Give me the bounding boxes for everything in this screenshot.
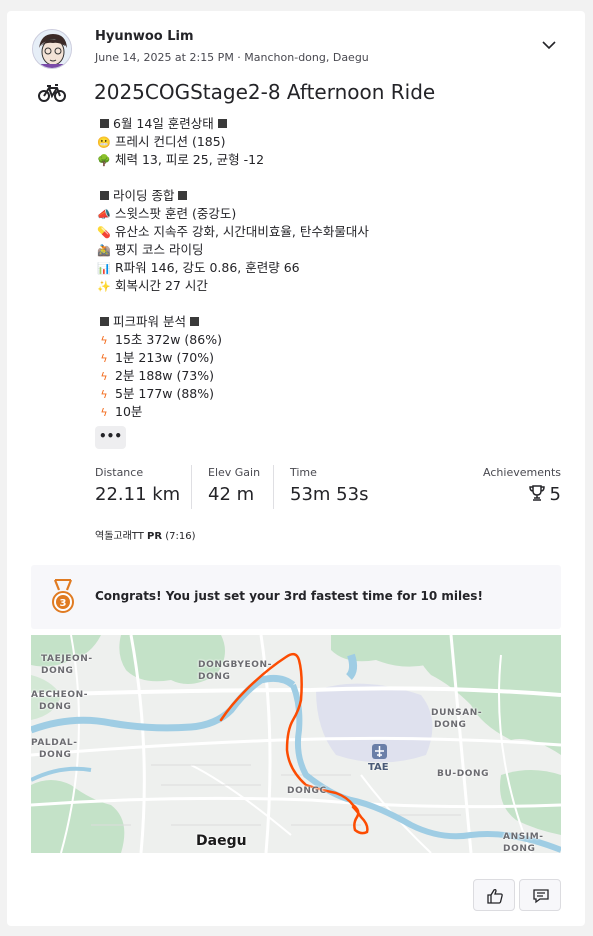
lightning-emoji-icon: ϟ (100, 370, 108, 383)
lightning-emoji-icon: ϟ (100, 334, 108, 347)
desc-text: 프레시 컨디션 (185) (115, 134, 226, 149)
stat-label: Achievements (483, 466, 561, 479)
athlete-name[interactable]: Hyunwoo Lim (95, 29, 194, 44)
square-icon (217, 119, 227, 128)
desc-text: 1분 213w (70%) (115, 350, 215, 365)
map-base (31, 635, 561, 853)
map-label-tae: TAE (368, 762, 389, 773)
segment-name: 역돌고래TT (95, 531, 144, 542)
square-icon (100, 317, 109, 326)
desc-line: 😬 프레시 컨디션 (185) (96, 133, 536, 151)
bike-icon (38, 84, 66, 102)
activity-meta: June 14, 2025 at 2:15 PM · Manchon-dong,… (95, 51, 369, 64)
desc-text: 10분 (115, 404, 143, 419)
stat-value: 5 (483, 484, 561, 505)
activity-card: Hyunwoo Lim June 14, 2025 at 2:15 PM · M… (7, 11, 585, 926)
congrats-banner: 3 Congrats! You just set your 3rd fastes… (31, 565, 561, 629)
map-city-label: Daegu (196, 833, 247, 849)
sparkles-emoji-icon: ✨ (97, 280, 111, 293)
stat-distance: Distance 22.11 km (95, 466, 180, 505)
chevron-down-icon[interactable] (541, 37, 557, 53)
lightning-emoji-icon: ϟ (100, 352, 108, 365)
desc-text: 평지 코스 라이딩 (115, 242, 204, 257)
square-icon (178, 191, 188, 200)
stat-achievements[interactable]: Achievements 5 (483, 466, 561, 505)
square-icon (189, 317, 199, 326)
desc-line: ϟ 2분 188w (73%) (96, 367, 536, 385)
desc-line: 📣 스윗스팟 훈련 (중강도) (96, 205, 536, 223)
square-icon (100, 191, 109, 200)
pr-time: (7:16) (165, 531, 196, 542)
stat-label: Time (290, 466, 317, 479)
desc-text: 체력 13, 피로 25, 균형 -12 (115, 152, 265, 167)
map-label: AECHEON- DONG (31, 690, 89, 712)
desc-line: ϟ 5분 177w (88%) (96, 385, 536, 403)
desc-line: 💊 유산소 지속주 강화, 시간대비효율, 탄수화물대사 (96, 223, 536, 241)
cyclist-emoji-icon: 🚵 (97, 244, 111, 257)
kudos-button[interactable] (473, 879, 515, 911)
stat-label: Distance (95, 466, 144, 479)
lightning-emoji-icon: ϟ (100, 406, 108, 419)
desc-text: 2분 188w (73%) (115, 368, 215, 383)
face-emoji-icon: 😬 (97, 136, 111, 149)
desc-text: 스윗스팟 훈련 (중강도) (115, 206, 237, 221)
desc-text: 유산소 지속주 강화, 시간대비효율, 탄수화물대사 (115, 224, 369, 239)
megaphone-emoji-icon: 📣 (97, 208, 111, 221)
activity-description: 6월 14일 훈련상태 😬 프레시 컨디션 (185) 🌳 체력 13, 피로 25… (96, 115, 536, 421)
comment-button[interactable] (519, 879, 561, 911)
trophy-icon (528, 485, 545, 501)
desc-text: 회복시간 27 시간 (115, 278, 208, 293)
stat-value: 42 m (208, 484, 255, 505)
route-map[interactable]: TAEJEON- DONG AECHEON- DONG PALDAL- DONG DO… (31, 635, 561, 853)
desc-text: R파워 146, 강도 0.86, 훈련량 66 (115, 260, 300, 275)
desc-text: 15초 372w (86%) (115, 332, 222, 347)
section-header: 피크파워 분석 (113, 314, 186, 329)
desc-line: ϟ 10분 (96, 403, 536, 421)
activity-title[interactable]: 2025COGStage2-8 Afternoon Ride (94, 80, 435, 104)
desc-line: ϟ 1분 213w (70%) (96, 349, 536, 367)
map-label: ANSIM- DONG (503, 832, 544, 853)
tree-emoji-icon: 🌳 (97, 154, 111, 167)
stat-elevation: Elev Gain 42 m (208, 466, 260, 505)
stat-value: 53m 53s (290, 484, 369, 505)
desc-line: ϟ 15초 372w (86%) (96, 331, 536, 349)
comment-icon (533, 889, 549, 904)
congrats-text: Congrats! You just set your 3rd fastest … (95, 589, 483, 603)
avatar[interactable] (32, 29, 72, 69)
lightning-emoji-icon: ϟ (100, 388, 108, 401)
more-description-button[interactable]: ••• (95, 426, 126, 449)
pr-badge: PR (147, 531, 163, 542)
desc-line: 피크파워 분석 (96, 313, 536, 331)
map-label: DONGBYEON- DONG (198, 660, 272, 682)
map-label: PALDAL- DONG (31, 738, 78, 760)
stat-divider (273, 465, 274, 509)
desc-line: 라이딩 종합 (96, 187, 536, 205)
medal-rank: 3 (60, 598, 67, 609)
achievements-count: 5 (549, 484, 561, 505)
map-label: DUNSAN- DONG (431, 708, 483, 730)
airport-icon (372, 744, 387, 759)
desc-line: 📊 R파워 146, 강도 0.86, 훈련량 66 (96, 259, 536, 277)
desc-line: 🌳 체력 13, 피로 25, 균형 -12 (96, 151, 536, 169)
thumbs-up-icon (487, 889, 503, 904)
stat-value: 22.11 km (95, 484, 181, 505)
section-header: 라이딩 종합 (113, 188, 175, 203)
pill-emoji-icon: 💊 (97, 226, 111, 239)
desc-line: 🚵 평지 코스 라이딩 (96, 241, 536, 259)
square-icon (100, 119, 109, 128)
stat-divider (191, 465, 192, 509)
desc-text: 5분 177w (88%) (115, 386, 215, 401)
stat-label: Elev Gain (208, 466, 261, 479)
medal-icon: 3 (52, 579, 74, 613)
segment-achievement[interactable]: 역돌고래TT PR (7:16) (95, 527, 196, 542)
stat-time: Time 53m 53s (290, 466, 368, 505)
chart-emoji-icon: 📊 (97, 262, 111, 275)
desc-line: 6월 14일 훈련상태 (96, 115, 536, 133)
desc-line: ✨ 회복시간 27 시간 (96, 277, 536, 295)
map-label: TAEJEON- DONG (41, 654, 93, 676)
map-label: DONGC (287, 786, 327, 796)
map-label: BU-DONG (437, 769, 490, 779)
section-header: 6월 14일 훈련상태 (113, 116, 214, 131)
